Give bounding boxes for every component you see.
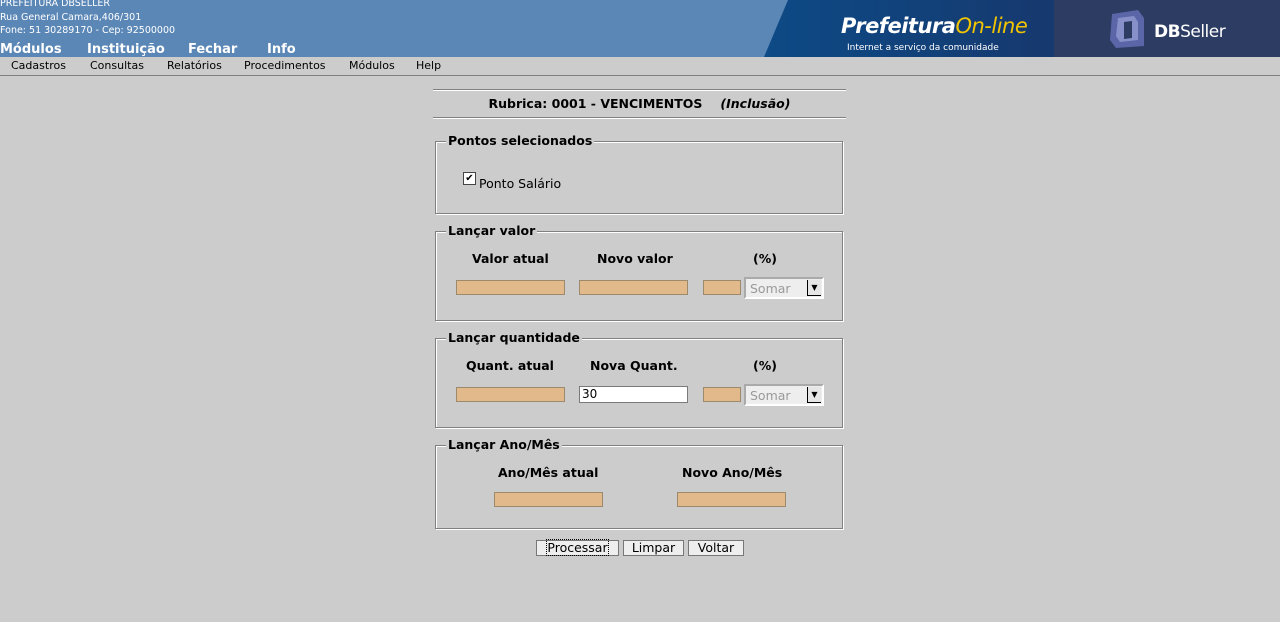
menu-procedimentos[interactable]: Procedimentos — [244, 59, 326, 72]
mode-text: (Inclusão) — [720, 96, 791, 111]
valor-operation-select[interactable]: Somar ▼ — [744, 277, 824, 299]
label-anomes-atual: Ano/Mês atual — [498, 465, 599, 480]
title-divider-bottom — [433, 117, 846, 119]
processar-label: Processar — [546, 539, 609, 556]
chevron-down-icon[interactable]: ▼ — [807, 387, 821, 403]
menu-modulos[interactable]: Módulos — [349, 59, 395, 72]
org-address: Rua General Camara,406/301 — [0, 11, 142, 23]
header: PREFEITURA DBSELLER Rua General Camara,4… — [0, 0, 1280, 57]
voltar-button[interactable]: Voltar — [688, 540, 744, 556]
anomes-atual-field — [494, 492, 603, 507]
label-valor-pct: (%) — [753, 251, 777, 266]
rubrica-text: Rubrica: 0001 - VENCIMENTOS — [488, 96, 703, 111]
limpar-button[interactable]: Limpar — [623, 540, 684, 556]
brand-part1: Prefeitura — [841, 14, 956, 38]
title-divider-top — [433, 89, 846, 91]
valor-atual-field — [456, 280, 565, 295]
novo-anomes-input[interactable] — [677, 492, 786, 507]
chevron-down-icon[interactable]: ▼ — [807, 280, 821, 296]
ponto-salario-checkbox[interactable]: ✔ — [463, 172, 476, 185]
label-quant-atual: Quant. atual — [466, 358, 554, 373]
top-menu-modulos[interactable]: Módulos — [0, 42, 62, 57]
legend-valor: Lançar valor — [446, 223, 538, 238]
fieldset-valor: Lançar valor Valor atual Novo valor (%) … — [435, 223, 843, 321]
valor-operation-value: Somar — [750, 281, 791, 296]
limpar-label: Limpar — [631, 540, 676, 555]
vendor-bold: DB — [1154, 22, 1181, 42]
org-info: PREFEITURA DBSELLER Rua General Camara,4… — [0, 0, 175, 38]
label-quant-pct: (%) — [753, 358, 777, 373]
rubrica-title: Rubrica: 0001 - VENCIMENTOS (Inclusão) — [433, 96, 846, 111]
menubar: Cadastros Consultas Relatórios Procedime… — [0, 57, 1280, 76]
legend-anomes: Lançar Ano/Mês — [446, 437, 562, 452]
dbseller-logo-icon — [1110, 10, 1144, 48]
vendor-rest: Seller — [1180, 22, 1226, 42]
label-nova-quant: Nova Quant. — [590, 358, 678, 373]
ponto-salario-label[interactable]: Ponto Salário — [479, 176, 561, 191]
voltar-label: Voltar — [697, 540, 735, 555]
quant-operation-value: Somar — [750, 388, 791, 403]
org-name: PREFEITURA DBSELLER — [0, 0, 110, 9]
banner-decoration — [764, 0, 788, 57]
quant-atual-field — [456, 387, 565, 402]
org-contact: Fone: 51 30289170 - Cep: 92500000 — [0, 25, 176, 36]
prefeitura-online-logo: PrefeituraOn-line — [841, 14, 1028, 38]
quant-pct-input[interactable] — [703, 387, 741, 402]
top-menu-fechar[interactable]: Fechar — [188, 42, 237, 57]
label-novo-valor: Novo valor — [597, 251, 673, 266]
top-menu-info[interactable]: Info — [267, 42, 296, 57]
fieldset-pontos: Pontos selecionados ✔ Ponto Salário — [435, 133, 843, 214]
menu-cadastros[interactable]: Cadastros — [11, 59, 66, 72]
menu-consultas[interactable]: Consultas — [90, 59, 144, 72]
novo-valor-input[interactable] — [579, 280, 688, 295]
menu-relatorios[interactable]: Relatórios — [167, 59, 222, 72]
legend-pontos: Pontos selecionados — [446, 133, 595, 148]
processar-button[interactable]: Processar — [536, 539, 619, 556]
menu-help[interactable]: Help — [416, 59, 441, 72]
fieldset-anomes: Lançar Ano/Mês Ano/Mês atual Novo Ano/Mê… — [435, 437, 843, 529]
quant-operation-select[interactable]: Somar ▼ — [744, 384, 824, 406]
valor-pct-input[interactable] — [703, 280, 741, 295]
brand-part2: On-line — [955, 14, 1028, 38]
label-novo-anomes: Novo Ano/Mês — [682, 465, 783, 480]
fieldset-quantidade: Lançar quantidade Quant. atual Nova Quan… — [435, 330, 843, 428]
brand-tagline: Internet a serviço da comunidade — [847, 43, 999, 53]
top-menu-instituicao[interactable]: Instituição — [87, 42, 165, 57]
banner: PrefeituraOn-line Internet a serviço da … — [764, 0, 1280, 57]
dbseller-name: DBSeller — [1154, 22, 1226, 42]
label-valor-atual: Valor atual — [472, 251, 549, 266]
legend-quantidade: Lançar quantidade — [446, 330, 582, 345]
nova-quant-input[interactable]: 30 — [579, 386, 688, 403]
